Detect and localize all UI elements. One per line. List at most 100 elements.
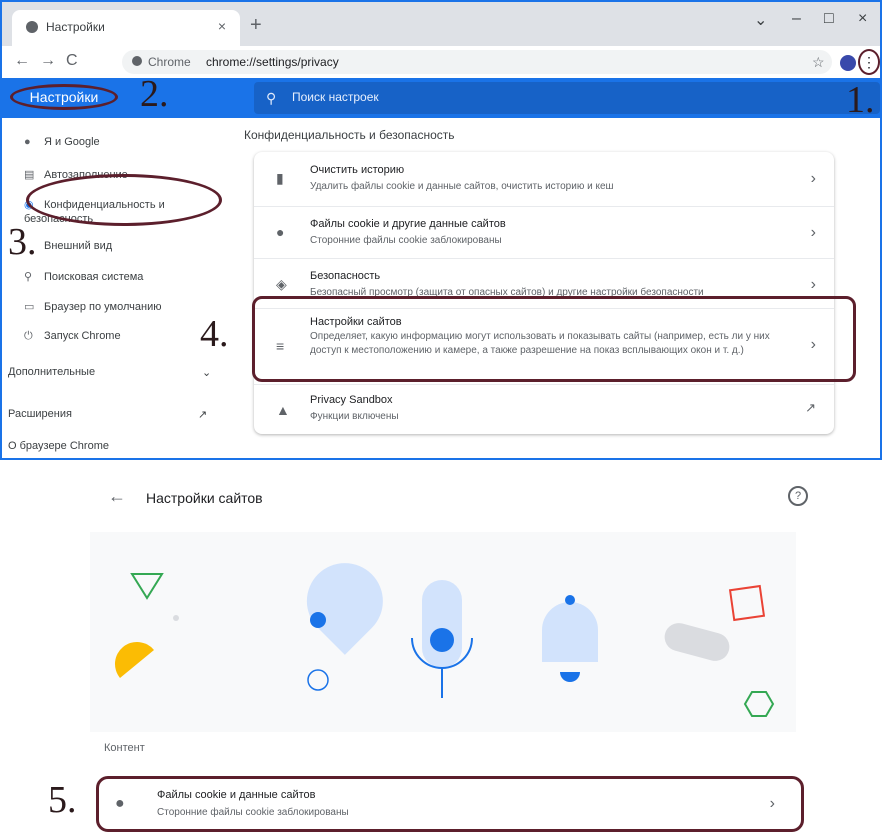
sidebar-item-search-engine[interactable]: ⚲ Поисковая система: [24, 270, 143, 283]
forward-arrow-icon[interactable]: →: [40, 52, 56, 70]
menu-kebab-icon[interactable]: ⋮: [858, 49, 880, 75]
row-title: Privacy Sandbox: [310, 394, 393, 406]
location-pin-icon: [306, 563, 383, 655]
illustration-graphic: [114, 563, 775, 717]
sidebar-item-label: Я и Google: [44, 136, 100, 148]
sidebar-advanced[interactable]: Дополнительные ⌄: [8, 366, 212, 379]
cookie-icon: ●: [276, 224, 285, 240]
bell-icon: [542, 602, 598, 662]
annotation-3: 3.: [8, 221, 37, 263]
content-section-label: Контент: [104, 742, 145, 754]
sidebar-extensions[interactable]: Расширения ↗: [8, 408, 208, 421]
row-subtitle: Удалить файлы cookie и данные сайтов, оч…: [310, 181, 614, 192]
cookie-icon: ●: [115, 795, 125, 812]
row-cookies-site-data[interactable]: ● Файлы cookie и данные сайтов Сторонние…: [96, 776, 804, 832]
row-title: Безопасность: [310, 270, 381, 282]
search-icon: ⚲: [24, 271, 33, 283]
shield-icon: ◈: [276, 276, 287, 292]
row-title: Очистить историю: [310, 164, 405, 176]
browser-window: Настройки × + ⌄ – □ × ← → C Chrome chrom…: [0, 0, 882, 460]
sidebar: ● Я и Google ▤ Автозаполнение ◉ Конфиденциа…: [2, 118, 238, 458]
row-cookies[interactable]: ● Файлы cookie и другие данные сайтов Ст…: [254, 206, 834, 259]
section-title: Конфиденциальность и безопасность: [244, 128, 455, 142]
annotation-5: 5.: [48, 779, 77, 821]
search-icon: ⚲: [266, 90, 277, 106]
site-settings-title: Настройки сайтов: [146, 490, 263, 506]
flask-icon: ▲: [276, 402, 290, 418]
new-tab-button[interactable]: +: [250, 14, 262, 37]
url-text: chrome://settings/privacy: [206, 55, 339, 69]
sidebar-extensions-label: Расширения: [8, 408, 72, 420]
sidebar-item-you-and-google[interactable]: ● Я и Google: [24, 136, 100, 148]
minimize-button[interactable]: –: [792, 10, 801, 28]
site-info-icon[interactable]: [132, 56, 142, 66]
chevron-right-icon: ›: [810, 170, 816, 187]
site-settings-illustration: [90, 532, 796, 732]
sidebar-item-label: Поисковая система: [44, 271, 144, 283]
row-title: Файлы cookie и другие данные сайтов: [310, 218, 506, 230]
annotation-1: 1.: [846, 79, 875, 121]
sidebar-about[interactable]: О браузере Chrome: [8, 440, 109, 452]
settings-header: Настройки ⚲ Поиск настроек: [2, 78, 880, 118]
close-window-button[interactable]: ×: [858, 10, 867, 28]
power-icon: ⏻: [24, 330, 33, 342]
person-icon: ●: [24, 136, 31, 148]
sidebar-item-label: Внешний вид: [44, 240, 113, 252]
pill-shape: [664, 623, 730, 661]
chevron-right-icon: ›: [810, 224, 816, 241]
pin-dot: [310, 612, 326, 628]
back-arrow-icon[interactable]: ←: [108, 486, 126, 507]
tab-settings[interactable]: Настройки ×: [12, 10, 240, 46]
sidebar-about-label: О браузере Chrome: [8, 440, 109, 452]
chevron-right-icon: ›: [769, 795, 775, 812]
autofill-icon: ▤: [24, 169, 35, 181]
triangle-shape: [130, 573, 164, 600]
row-subtitle: Сторонние файлы cookie заблокированы: [157, 807, 349, 818]
search-placeholder: Поиск настроек: [292, 90, 379, 104]
row-subtitle: Сторонние файлы cookie заблокированы: [310, 235, 502, 246]
search-input[interactable]: ⚲ Поиск настроек: [254, 82, 880, 114]
bell-clapper: [560, 672, 580, 682]
url-site: Chrome: [148, 55, 191, 69]
reload-icon[interactable]: C: [66, 52, 78, 70]
sidebar-item-default-browser[interactable]: ▭ Браузер по умолчанию: [24, 300, 161, 313]
row-title: Файлы cookie и данные сайтов: [157, 789, 316, 801]
mic-dot: [430, 628, 454, 652]
close-tab-icon[interactable]: ×: [218, 18, 226, 34]
row-subtitle: Функции включены: [310, 411, 399, 422]
tab-strip: Настройки × + ⌄ – □ ×: [2, 2, 880, 46]
address-bar[interactable]: Chrome chrome://settings/privacy: [122, 50, 832, 74]
browser-icon: ▭: [24, 301, 35, 313]
microphone-icon: [422, 580, 462, 668]
annotation-2: 2.: [140, 73, 169, 115]
square-shape: [728, 584, 766, 622]
hexagon-shape: [743, 691, 775, 717]
sidebar-item-on-startup[interactable]: ⏻ Запуск Chrome: [24, 330, 121, 343]
chevron-down-icon: ⌄: [202, 367, 212, 379]
sidebar-item-label: Запуск Chrome: [44, 330, 121, 342]
browser-toolbar: ← → C Chrome chrome://settings/privacy ☆…: [2, 46, 880, 79]
bookmark-star-icon[interactable]: ☆: [812, 54, 825, 71]
external-link-icon: ↗: [805, 400, 816, 415]
dot-shape: [173, 615, 179, 621]
trash-icon: ▮: [276, 170, 284, 186]
help-icon[interactable]: ?: [788, 486, 808, 506]
annotation-4: 4.: [200, 313, 229, 355]
external-link-icon: ↗: [198, 409, 208, 421]
maximize-button[interactable]: □: [824, 10, 834, 28]
sidebar-item-appearance[interactable]: Внешний вид: [24, 240, 112, 252]
privacy-card: ▮ Очистить историю Удалить файлы cookie …: [254, 152, 834, 434]
sidebar-item-label: Браузер по умолчанию: [44, 301, 162, 313]
chevron-down-icon[interactable]: ⌄: [754, 10, 767, 30]
highlight-site-settings: [252, 296, 856, 382]
avatar[interactable]: [840, 55, 856, 71]
chevron-right-icon: ›: [810, 276, 816, 293]
row-privacy-sandbox[interactable]: ▲ Privacy Sandbox Функции включены ↗: [254, 384, 834, 434]
half-circle-shape: [114, 641, 154, 678]
back-arrow-icon[interactable]: ←: [14, 52, 30, 70]
page-title: Настройки: [10, 84, 118, 110]
settings-favicon-icon: [26, 21, 38, 33]
bell-top: [565, 595, 575, 605]
row-clear-history[interactable]: ▮ Очистить историю Удалить файлы cookie …: [254, 152, 834, 207]
tab-title: Настройки: [46, 20, 105, 34]
